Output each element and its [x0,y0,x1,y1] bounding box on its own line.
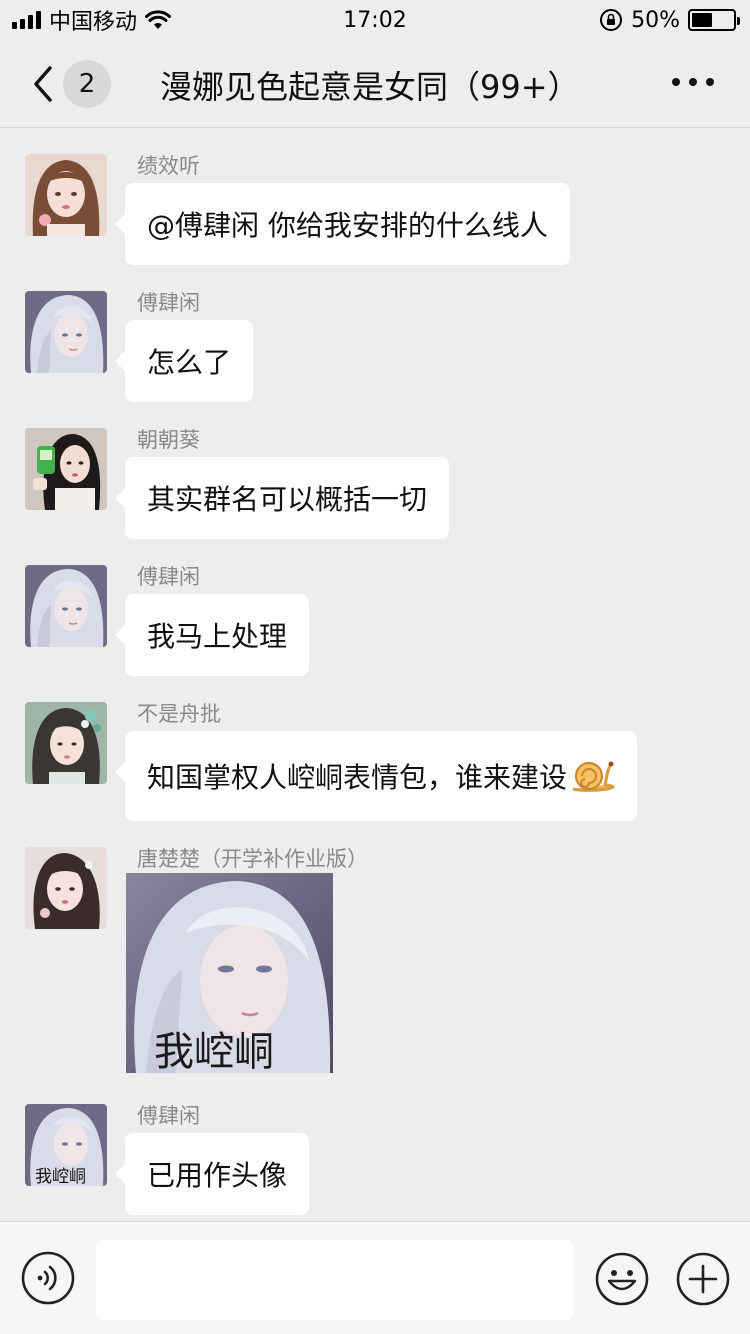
wifi-icon [145,10,172,29]
plus-circle-icon[interactable] [675,1251,731,1307]
status-bar: 中国移动 17:02 50% [0,0,750,40]
avatar-silver-hair-man-captioned[interactable]: 我崆峒 [25,1104,107,1186]
orientation-lock-icon [600,9,623,31]
status-left: 中国移动 [12,4,172,36]
battery-percent: 50% [631,7,680,33]
avatar-silver-hair-man[interactable] [25,565,107,647]
message-text: 其实群名可以概括一切 [147,483,428,516]
message-list[interactable]: 绩效听 @傅肆闲 你给我安排的什么线人 傅肆闲 怎么了 朝朝葵 其实群名可以概括… [0,129,750,1221]
message-bubble[interactable]: 其实群名可以概括一切 [114,457,450,539]
avatar-girl-hair-clip[interactable] [25,847,107,929]
avatar-girl-dark-hair[interactable] [25,428,107,510]
message-text: 已用作头像 [147,1159,288,1192]
message-bubble[interactable]: 我马上处理 [114,594,310,676]
battery-icon [688,9,740,31]
avatar-girl-floral[interactable] [25,702,107,784]
avatar-silver-hair-man[interactable] [25,291,107,373]
message-text: @傅肆闲 你给我安排的什么线人 [147,209,548,242]
input-bar [0,1221,750,1334]
chat-title: 漫娜见色起意是女同（99+） [160,68,580,106]
message-bubble[interactable]: 知国掌权人崆峒表情包，谁来建设 [114,731,638,821]
message-text: 我马上处理 [147,620,288,653]
chat-header: 2 漫娜见色起意是女同（99+） [0,40,750,128]
image-message[interactable]: 我崆峒 [126,873,333,1073]
chevron-left-icon[interactable] [28,64,58,104]
sender-name: 朝朝葵 [137,428,200,452]
emoji-smile-icon[interactable] [594,1251,650,1307]
carrier-name: 中国移动 [49,10,138,35]
more-dots-icon[interactable] [672,78,714,86]
unread-count-badge[interactable]: 2 [63,60,111,108]
status-right: 50% [599,7,740,33]
sender-name: 傅肆闲 [137,565,200,589]
sender-name: 傅肆闲 [137,1104,200,1128]
sender-name: 傅肆闲 [137,291,200,315]
message-input[interactable] [96,1240,574,1320]
message-bubble[interactable]: 已用作头像 [114,1133,310,1215]
signal-icon [12,11,41,29]
message-bubble[interactable]: @傅肆闲 你给我安排的什么线人 [115,183,570,265]
avatar-girl-brown-hair[interactable] [25,154,107,236]
image-caption: 我崆峒 [154,1030,274,1073]
snail-emoji [572,761,616,792]
sender-name: 不是舟批 [137,702,221,726]
message-text: 知国掌权人崆峒表情包，谁来建设 [147,761,568,794]
voice-icon[interactable] [21,1251,75,1305]
message-bubble[interactable]: 怎么了 [114,320,254,402]
sender-name: 绩效听 [137,154,200,178]
message-text: 怎么了 [147,346,232,379]
sender-name: 唐楚楚（开学补作业版） [137,847,368,871]
avatar-caption: 我崆峒 [35,1167,86,1186]
